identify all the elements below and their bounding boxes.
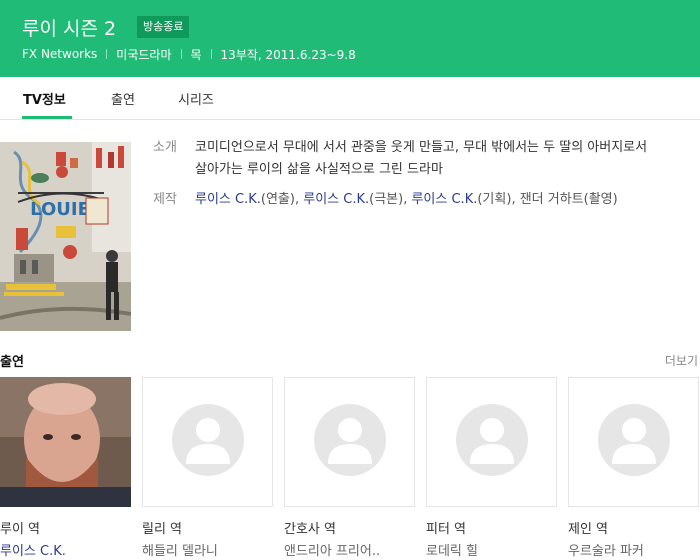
production-credits: 루이스 C.K.(연출), 루이스 C.K.(극본), 루이스 C.K.(기획)… [195,189,618,211]
tab-bar: TV정보 출연 시리즈 [0,77,700,120]
episodes-dates: 13부작, 2011.6.23~9.8 [220,47,356,62]
cast-role: 루이 역 [0,522,41,537]
divider [180,49,182,59]
network-name[interactable]: FX Networks [22,47,97,61]
program-meta: FX Networks 미국드라마 목 13부작, 2011.6.23~9.8 [22,45,356,63]
person-placeholder-icon [172,404,244,476]
cast-actor[interactable]: 루이스 C.K. [0,540,66,559]
genre-label[interactable]: 미국드라마 [116,46,171,63]
cast-actor[interactable]: 앤드리아 프리어.. [284,540,380,559]
more-link[interactable]: 더보기 [665,352,698,369]
cast-photo-placeholder[interactable] [284,377,415,507]
cast-photo-placeholder[interactable] [142,377,273,507]
intro-text: 코미디언으로서 무대에 서서 관중을 웃게 만들고, 무대 밖에서는 두 딸의 … [195,140,648,177]
status-badge: 방송종료 [137,16,190,38]
credit-separator: , [511,192,520,207]
credit-cinematographer: 잰더 거하트 [519,192,584,207]
program-title[interactable]: 루이 시즌 2 [22,14,116,41]
intro-label: 소개 [153,140,177,155]
tab-tv-info[interactable]: TV정보 [23,89,66,108]
program-poster[interactable]: LOUIE [0,142,131,331]
cast-photo-placeholder[interactable] [426,377,557,507]
poster-logo: LOUIE [30,199,90,220]
production-label: 제작 [153,192,177,207]
credit-separator: , [294,192,304,207]
credit-role: (기획) [477,192,512,207]
credit-writer[interactable]: 루이스 C.K. [303,192,369,207]
credit-role: (촬영) [583,192,618,207]
cast-actor[interactable]: 해들리 델라니 [142,540,218,559]
person-placeholder-icon [314,404,386,476]
credit-creator[interactable]: 루이스 C.K. [411,192,477,207]
cast-actor[interactable]: 로데릭 힐 [426,540,478,559]
credit-role: (극본) [369,192,404,207]
cast-role: 간호사 역 [284,522,336,537]
cast-role: 릴리 역 [142,522,183,537]
broadcast-day: 목 [190,47,202,62]
tab-series[interactable]: 시리즈 [178,89,214,108]
header-banner: 루이 시즌 2 방송종료 FX Networks 미국드라마 목 13부작, 2… [0,0,700,77]
divider [106,49,108,59]
cast-photo-placeholder[interactable] [568,377,699,507]
poster-artwork: LOUIE [0,142,131,331]
cast-role: 제인 역 [568,522,609,537]
credit-role: (연출) [260,192,295,207]
person-placeholder-icon [456,404,528,476]
cast-role: 피터 역 [426,522,467,537]
active-tab-indicator [22,116,72,119]
divider [210,49,212,59]
person-placeholder-icon [598,404,670,476]
cast-section-title: 출연 [0,355,24,370]
tab-cast[interactable]: 출연 [111,89,135,108]
cast-actor[interactable]: 우르술라 파커 [568,540,644,559]
cast-photo[interactable] [0,377,131,507]
actor-photo [0,377,131,507]
credit-director[interactable]: 루이스 C.K. [195,192,261,207]
